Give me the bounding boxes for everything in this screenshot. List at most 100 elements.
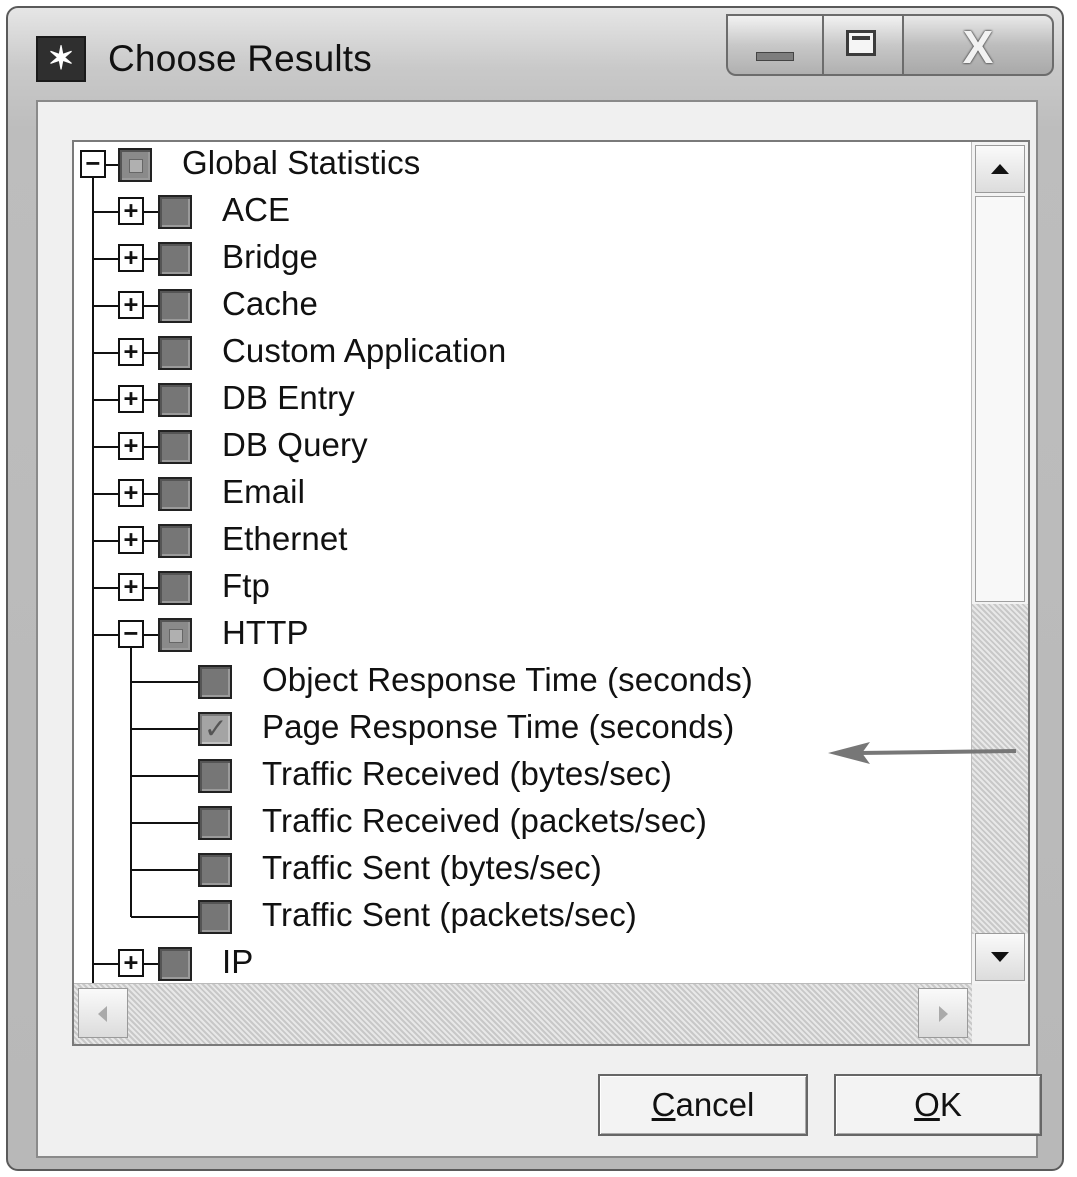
tree-item-label: DB Entry: [222, 379, 355, 416]
expand-icon[interactable]: +: [118, 479, 144, 507]
expand-icon[interactable]: +: [118, 291, 144, 319]
vertical-scrollbar[interactable]: [971, 142, 1028, 984]
tree-checkbox[interactable]: [158, 383, 192, 417]
tree-checkbox[interactable]: [198, 759, 232, 793]
horizontal-scrollbar[interactable]: [74, 983, 972, 1044]
tree-item-label: Global Statistics: [182, 144, 421, 181]
tree-checkbox[interactable]: [158, 336, 192, 370]
tree-checkbox[interactable]: [198, 853, 232, 887]
tree-item-label: Page Response Time (seconds): [262, 708, 735, 745]
tree-connector-line: [93, 446, 118, 448]
tree-checkbox[interactable]: [158, 524, 192, 558]
tree-checkbox[interactable]: [198, 900, 232, 934]
tree-connector-line: [131, 869, 198, 871]
expand-icon[interactable]: +: [118, 432, 144, 460]
triangle-left-icon: [98, 1006, 107, 1022]
cancel-button[interactable]: Cancel: [598, 1074, 808, 1136]
tree-connector-line: [131, 775, 198, 777]
tree-item-global-statistics[interactable]: − Global Statistics: [74, 142, 972, 189]
vertical-scroll-track[interactable]: [972, 604, 1028, 934]
expand-icon[interactable]: +: [118, 338, 144, 366]
tree-view[interactable]: − Global Statistics + ACE + Bridge + Cache + Cust…: [74, 142, 972, 984]
expand-icon[interactable]: +: [118, 573, 144, 601]
expand-icon[interactable]: +: [118, 949, 144, 977]
tree-checkbox[interactable]: ✓: [198, 712, 232, 746]
scroll-down-button[interactable]: [975, 933, 1025, 981]
tree-connector-line: [130, 648, 132, 917]
tree-item-custom-application[interactable]: + Custom Application: [74, 330, 972, 377]
tree-connector-line: [144, 634, 158, 636]
maximize-button[interactable]: [822, 14, 902, 76]
ok-button[interactable]: OK: [834, 1074, 1042, 1136]
tree-item-label: Bridge: [222, 238, 318, 275]
tree-checkbox[interactable]: [158, 618, 192, 652]
tree-item-ethernet[interactable]: + Ethernet: [74, 518, 972, 565]
ok-mnemonic: O: [914, 1086, 940, 1123]
expand-icon[interactable]: +: [118, 197, 144, 225]
tree-checkbox[interactable]: [158, 195, 192, 229]
tree-checkbox[interactable]: [158, 289, 192, 323]
tree-checkbox[interactable]: [198, 806, 232, 840]
tree-checkbox[interactable]: [158, 477, 192, 511]
scroll-left-button[interactable]: [78, 988, 128, 1038]
tree-item-traffic-received-packets-sec[interactable]: Traffic Received (packets/sec): [74, 800, 972, 847]
tree-item-db-entry[interactable]: + DB Entry: [74, 377, 972, 424]
tree-item-ftp[interactable]: + Ftp: [74, 565, 972, 612]
expand-icon[interactable]: +: [118, 244, 144, 272]
scrollbar-corner: [972, 984, 1028, 1044]
tree-connector-line: [144, 446, 158, 448]
tree-item-cache[interactable]: + Cache: [74, 283, 972, 330]
collapse-icon[interactable]: −: [80, 150, 106, 178]
tree-item-label: DB Query: [222, 426, 368, 463]
expand-icon[interactable]: +: [118, 385, 144, 413]
tree-connector-line: [131, 916, 198, 918]
tree-item-ip[interactable]: + IP: [74, 941, 972, 984]
choose-results-dialog: ✶ Choose Results X − Global Statistics + AC…: [6, 6, 1064, 1171]
dialog-body: − Global Statistics + ACE + Bridge + Cache + Cust…: [36, 100, 1042, 1158]
tree-item-label: IP: [222, 943, 254, 980]
triangle-right-icon: [939, 1006, 948, 1022]
tree-connector-line: [93, 258, 118, 260]
title-bar[interactable]: ✶ Choose Results X: [8, 8, 1062, 100]
checkmark-icon: ✓: [204, 713, 228, 744]
tree-connector-line: [92, 178, 94, 984]
scroll-right-button[interactable]: [918, 988, 968, 1038]
tree-connector-line: [144, 587, 158, 589]
tree-checkbox[interactable]: [198, 665, 232, 699]
vertical-scroll-thumb[interactable]: [975, 196, 1025, 602]
tree-item-label: Traffic Sent (packets/sec): [262, 896, 637, 933]
scroll-up-button[interactable]: [975, 145, 1025, 193]
tree-checkbox[interactable]: [158, 430, 192, 464]
tree-connector-line: [93, 399, 118, 401]
tree-item-http[interactable]: − HTTP: [74, 612, 972, 659]
ok-label: K: [939, 1086, 962, 1123]
tree-connector-line: [144, 211, 158, 213]
tree-item-email[interactable]: + Email: [74, 471, 972, 518]
tree-connector-line: [144, 258, 158, 260]
expand-icon[interactable]: +: [118, 526, 144, 554]
tree-checkbox[interactable]: [118, 148, 152, 182]
triangle-down-icon: [991, 952, 1009, 962]
tree-item-ace[interactable]: + ACE: [74, 189, 972, 236]
tree-item-label: Ethernet: [222, 520, 348, 557]
tree-item-traffic-sent-packets-sec[interactable]: Traffic Sent (packets/sec): [74, 894, 972, 941]
tree-item-label: Traffic Sent (bytes/sec): [262, 849, 602, 886]
close-button[interactable]: X: [902, 14, 1054, 76]
tree-item-db-query[interactable]: + DB Query: [74, 424, 972, 471]
tree-connector-line: [93, 540, 118, 542]
tree-connector-line: [144, 963, 158, 965]
tree-checkbox[interactable]: [158, 947, 192, 981]
tree-item-object-response-time-seconds[interactable]: Object Response Time (seconds): [74, 659, 972, 706]
tree-item-traffic-sent-bytes-sec[interactable]: Traffic Sent (bytes/sec): [74, 847, 972, 894]
tree-checkbox[interactable]: [158, 571, 192, 605]
tree-connector-line: [93, 587, 118, 589]
tree-item-label: Traffic Received (bytes/sec): [262, 755, 672, 792]
tree-connector-line: [144, 540, 158, 542]
tree-item-bridge[interactable]: + Bridge: [74, 236, 972, 283]
tree-checkbox[interactable]: [158, 242, 192, 276]
minimize-button[interactable]: [726, 14, 822, 76]
collapse-icon[interactable]: −: [118, 620, 144, 648]
tree-item-label: Traffic Received (packets/sec): [262, 802, 707, 839]
arrow-left-icon: [828, 742, 1017, 764]
tree-connector-line: [93, 305, 118, 307]
